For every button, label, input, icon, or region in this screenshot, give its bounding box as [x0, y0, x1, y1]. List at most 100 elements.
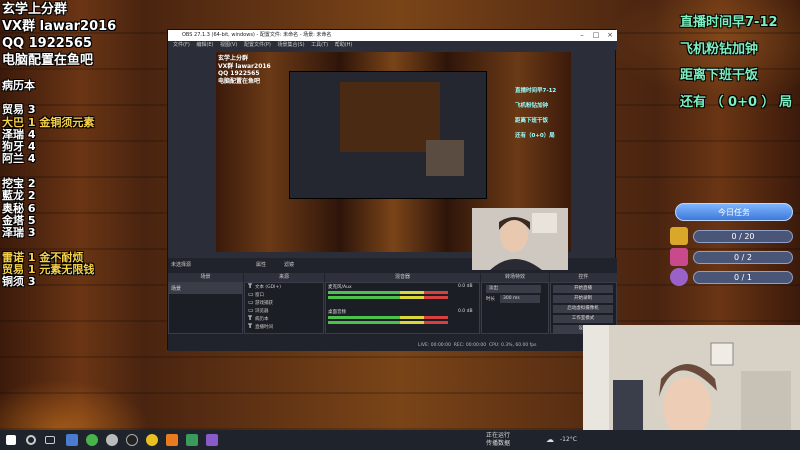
maximize-icon[interactable]: □ — [589, 30, 603, 41]
preview-line: 电脑配置在鱼吧 — [218, 77, 261, 85]
folder-icon[interactable] — [186, 434, 198, 446]
volume-meter — [328, 316, 448, 319]
obs-title: OBS 27.1.3 (64-bit, windows) - 配置文件: 未命名… — [182, 32, 332, 38]
task-progress: 0 / 20 — [693, 230, 793, 243]
scenes-panel: 场景 — [168, 282, 243, 334]
left-info-block: 玄学上分群 VX群 lawar2016 QQ 1922565 电脑配置在鱼吧 — [2, 1, 116, 69]
info-line: 玄学上分群 — [2, 2, 68, 17]
obs-window: OBS 27.1.3 (64-bit, windows) - 配置文件: 未命名… — [167, 29, 617, 351]
preview-right-line: 距离下班干饭 — [515, 118, 549, 124]
task-progress: 0 / 1 — [693, 271, 793, 284]
task-progress: 0 / 2 — [693, 251, 793, 264]
volume-slider[interactable] — [328, 321, 448, 324]
menu-file[interactable]: 文件(F) — [173, 42, 190, 48]
cpu-status: CPU: 0.3%, 60.00 fps — [488, 343, 537, 348]
menu-edit[interactable]: 编辑(E) — [196, 42, 213, 48]
record-item — [2, 240, 94, 252]
taskview-icon[interactable] — [45, 436, 55, 444]
weather-icon: ☁ — [546, 435, 554, 444]
tray-line: 正在运行 — [486, 432, 511, 439]
scene-item[interactable]: 场景 — [169, 283, 242, 294]
task-row: 0 / 2 — [670, 248, 795, 266]
record-item: 泽瑞 3 — [2, 226, 36, 240]
obs-titlebar: OBS 27.1.3 (64-bit, windows) - 配置文件: 未命名… — [168, 30, 617, 41]
preview-webcam — [426, 140, 464, 176]
mixer-channel: 麦克风/Aux 0.0 dB — [328, 284, 474, 302]
info-line: 电脑配置在鱼吧 — [2, 53, 94, 68]
sources-panel-title: 来源 — [244, 273, 324, 282]
windows-taskbar: 正在运行 传播数据 ☁ -12°C — [0, 430, 800, 450]
chat-icon[interactable] — [86, 434, 98, 446]
virtual-camera-button[interactable]: 启动虚拟摄像机 — [553, 305, 613, 313]
source-item[interactable]: ▭窗口 — [248, 291, 264, 299]
app-icon[interactable] — [66, 434, 78, 446]
channel-db: 0.0 dB — [458, 309, 473, 314]
game-icon[interactable] — [166, 434, 178, 446]
live-status: LIVE: 00:00:00 — [418, 343, 451, 348]
medical-title: 病历本 — [2, 79, 35, 92]
scenes-panel-title: 场景 — [168, 273, 243, 282]
close-icon[interactable]: × — [603, 30, 617, 41]
app-icon[interactable] — [106, 434, 118, 446]
start-icon[interactable] — [6, 435, 16, 445]
webcam-feed-small — [472, 208, 568, 270]
start-stream-button[interactable]: 开始直播 — [553, 285, 613, 293]
filters-button[interactable]: 滤镜 — [284, 261, 294, 268]
properties-button[interactable]: 属性 — [256, 261, 266, 268]
mixer-channel: 桌面音频 0.0 dB — [328, 309, 474, 327]
obs-menubar: 文件(F) 编辑(E) 视图(V) 配置文件(P) 场景集合(S) 工具(T) … — [168, 41, 617, 50]
nested-preview — [289, 71, 487, 199]
source-item[interactable]: T 文本 (GDI+) — [248, 283, 281, 291]
source-item[interactable]: T 病历本 — [248, 315, 269, 323]
preview-info-block: 玄学上分群 VX群 lawar2016 QQ 1922565 电脑配置在鱼吧 — [218, 55, 271, 85]
medical-record-list: 病历本 贸易 3 大巴 1 金铜须元素 泽瑞 4 狗牙 4 阿兰 4 挖宝 2 藍龙 2 奥秘… — [2, 79, 94, 289]
preview-right-line: 直播时间早7-12 — [515, 88, 557, 94]
volume-slider[interactable] — [328, 296, 448, 299]
source-item[interactable]: T 直播时间 — [248, 323, 273, 331]
studio-mode-button[interactable]: 工作室模式 — [553, 315, 613, 323]
preview-right-line: 还有（0+0）局 — [515, 133, 555, 139]
tray-line: 传播数据 — [486, 440, 511, 447]
right-line: 还有 （ 0+0 ） 局 — [680, 94, 793, 110]
start-record-button[interactable]: 开始录制 — [553, 295, 613, 303]
menu-profile[interactable]: 配置文件(P) — [244, 42, 271, 48]
source-item[interactable]: ▭浏览器 — [248, 307, 269, 315]
channel-name: 桌面音频 — [328, 310, 346, 315]
record-item: 贸易 3 — [2, 103, 36, 117]
menu-tools[interactable]: 工具(T) — [311, 42, 328, 48]
right-info-block: 直播时间早7-12 飞机粉钻加钟 距离下班干饭 还有 （ 0+0 ） 局 — [680, 10, 800, 116]
preview-right-line: 飞机粉钻加钟 — [515, 103, 549, 109]
channel-db: 0.0 dB — [458, 284, 473, 289]
preview-line: QQ 1922565 — [218, 70, 260, 78]
right-line: 直播时间早7-12 — [680, 15, 778, 30]
minimize-icon[interactable]: – — [575, 30, 589, 41]
duration-input[interactable]: 300 ms — [500, 295, 540, 303]
mixer-panel-title: 混音器 — [325, 273, 480, 282]
menu-view[interactable]: 视图(V) — [220, 42, 237, 48]
right-line: 飞机粉钻加钟 — [680, 41, 759, 57]
record-item: 藍龙 2 — [2, 189, 36, 203]
tray-text: 正在运行 传播数据 — [486, 432, 510, 448]
menu-help[interactable]: 帮助(H) — [335, 42, 353, 48]
preview-line: 玄学上分群 — [218, 55, 249, 62]
menu-scene-collection[interactable]: 场景集合(S) — [277, 42, 304, 48]
transition-panel-title: 转场特效 — [481, 273, 549, 282]
browser-icon[interactable] — [146, 434, 158, 446]
media-icon[interactable] — [206, 434, 218, 446]
right-line: 距离下班干饭 — [680, 68, 759, 83]
task-row: 0 / 20 — [670, 227, 795, 245]
nested-preview-inner — [340, 82, 440, 152]
channel-name: 麦克风/Aux — [328, 285, 352, 290]
source-item[interactable]: ▭游戏捕获 — [248, 299, 273, 307]
duration-label: 时长 — [486, 297, 495, 302]
obs-icon[interactable] — [126, 434, 138, 446]
info-line: VX群 lawar2016 — [2, 19, 117, 34]
records-container: 贸易 3 大巴 1 金铜须元素 泽瑞 4 狗牙 4 阿兰 4 挖宝 2 藍龙 2 奥秘 6 金塔… — [2, 103, 94, 288]
preview-line: VX群 lawar2016 — [218, 62, 271, 70]
controls-panel-title: 控件 — [550, 273, 617, 282]
transition-select[interactable]: 淡出 — [486, 285, 541, 293]
daily-tasks-button[interactable]: 今日任务 — [675, 203, 793, 221]
gold-card-icon — [670, 227, 688, 245]
search-icon[interactable] — [26, 435, 36, 445]
hero-portrait-icon — [670, 248, 688, 266]
